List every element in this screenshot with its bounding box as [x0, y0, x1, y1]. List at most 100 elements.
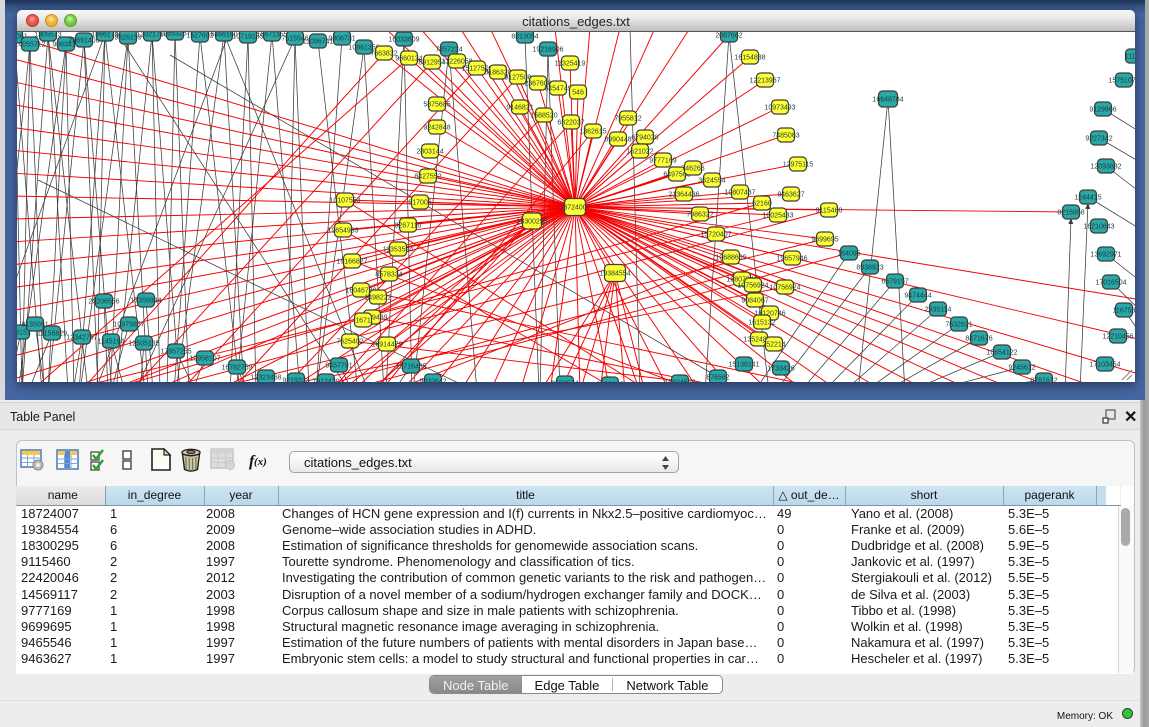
svg-text:10107553: 10107553	[329, 198, 360, 205]
svg-text:746266: 746266	[681, 166, 704, 173]
svg-text:7857224: 7857224	[435, 47, 462, 54]
svg-text:9084067: 9084067	[741, 298, 768, 305]
svg-text:876562: 876562	[706, 375, 729, 382]
svg-text:1305573: 1305573	[34, 32, 61, 39]
svg-text:8454749: 8454749	[544, 86, 571, 93]
svg-text:19654983: 19654983	[327, 228, 358, 235]
svg-text:7625402: 7625402	[336, 339, 363, 346]
svg-text:10756924: 10756924	[737, 283, 768, 290]
svg-text:10688609: 10688609	[715, 255, 746, 262]
svg-text:2935114: 2935114	[925, 307, 952, 314]
svg-text:9242848: 9242848	[423, 125, 450, 132]
svg-text:9032642: 9032642	[419, 379, 446, 383]
svg-text:1588520: 1588520	[530, 113, 557, 120]
svg-text:16154838: 16154838	[734, 55, 765, 62]
svg-text:8938923: 8938923	[856, 265, 883, 272]
svg-text:12210456: 12210456	[1102, 334, 1133, 341]
svg-text:8813054: 8813054	[511, 34, 538, 41]
svg-text:1244415: 1244415	[1074, 195, 1101, 202]
svg-text:17957255: 17957255	[160, 349, 191, 356]
svg-text:6679197: 6679197	[881, 279, 908, 286]
svg-text:10924502: 10924502	[664, 380, 695, 383]
svg-text:3624554: 3624554	[698, 178, 725, 185]
svg-text:9115460: 9115460	[816, 208, 843, 215]
svg-text:20691406: 20691406	[68, 38, 99, 45]
svg-text:917006: 917006	[408, 200, 431, 207]
svg-text:13692971: 13692971	[1090, 252, 1121, 259]
svg-text:1621022: 1621022	[626, 149, 653, 156]
svg-text:11156829: 11156829	[37, 331, 67, 338]
svg-text:16914479: 16914479	[371, 342, 402, 349]
svg-text:18300295: 18300295	[516, 219, 547, 226]
svg-text:19384554: 19384554	[599, 271, 630, 278]
svg-text:1362615: 1362615	[579, 129, 606, 136]
svg-text:9463627: 9463627	[777, 192, 804, 199]
svg-text:7955812: 7955812	[614, 116, 641, 123]
svg-text:11123: 11123	[1125, 54, 1135, 61]
svg-text:252214: 252214	[762, 342, 785, 349]
svg-text:19166827: 19166827	[336, 259, 367, 266]
svg-text:10973493: 10973493	[764, 105, 795, 112]
svg-text:9219323: 9219323	[282, 378, 309, 383]
svg-text:12323468: 12323468	[250, 375, 281, 382]
svg-text:10958107: 10958107	[189, 356, 220, 363]
svg-text:19657946: 19657946	[776, 256, 807, 263]
svg-text:9806731: 9806731	[328, 36, 355, 43]
svg-text:7632621: 7632621	[945, 322, 972, 329]
svg-text:9699695: 9699695	[811, 237, 838, 244]
svg-text:8761612: 8761612	[1030, 378, 1057, 383]
svg-text:8215958: 8215958	[1057, 210, 1084, 217]
svg-text:12505135: 12505135	[128, 341, 159, 348]
svg-text:7663822: 7663822	[370, 51, 397, 58]
svg-text:12342757: 12342757	[66, 335, 97, 342]
svg-text:10654122: 10654122	[986, 350, 1017, 357]
svg-text:10975857: 10975857	[113, 322, 144, 329]
svg-text:8808602: 8808602	[596, 382, 623, 383]
svg-text:(x): (x)	[254, 456, 267, 468]
svg-text:17016504: 17016504	[1095, 280, 1126, 287]
svg-text:15136141: 15136141	[728, 362, 759, 369]
svg-text:2803144: 2803144	[416, 149, 443, 156]
svg-text:546: 546	[572, 90, 584, 97]
svg-text:12093832: 12093832	[1090, 164, 1121, 171]
svg-text:15751074: 15751074	[1108, 78, 1135, 85]
svg-text:164095: 164095	[837, 251, 860, 258]
svg-text:9245612: 9245612	[1008, 365, 1035, 372]
svg-text:6322037: 6322037	[557, 120, 584, 127]
svg-text:15720407: 15720407	[700, 232, 731, 239]
svg-text:2087662: 2087662	[715, 33, 742, 40]
svg-text:14055712: 14055712	[17, 42, 46, 49]
svg-text:1498222: 1498222	[364, 295, 391, 302]
svg-text:9457791: 9457791	[325, 363, 352, 370]
svg-text:10756924: 10756924	[769, 285, 800, 292]
svg-text:1615132: 1615132	[748, 320, 775, 327]
svg-text:7912430: 7912430	[312, 379, 339, 383]
svg-text:6794028: 6794028	[631, 135, 658, 142]
svg-text:9559574: 9559574	[551, 381, 578, 383]
svg-text:11353594: 11353594	[383, 247, 414, 254]
svg-text:9146821: 9146821	[506, 105, 533, 112]
svg-text:3267110: 3267110	[395, 223, 422, 230]
svg-text:7986322: 7986322	[686, 212, 713, 219]
svg-text:17359934: 17359934	[130, 298, 161, 305]
svg-text:9227342: 9227342	[1085, 136, 1112, 143]
svg-text:11325419: 11325419	[555, 61, 586, 68]
svg-text:1145194: 1145194	[98, 339, 125, 346]
svg-text:15716485: 15716485	[395, 364, 426, 371]
svg-text:1671: 1671	[355, 318, 371, 325]
svg-text:8427552: 8427552	[414, 174, 441, 181]
svg-text:16210643: 16210643	[1083, 224, 1114, 231]
svg-text:16782759: 16782759	[221, 365, 252, 372]
svg-text:9777169: 9777169	[649, 158, 676, 165]
svg-text:8990448: 8990448	[604, 137, 631, 144]
svg-text:12975115: 12975115	[783, 162, 814, 169]
svg-text:1733426: 1733426	[767, 366, 794, 373]
svg-text:20206556: 20206556	[88, 299, 119, 306]
svg-text:16033809: 16033809	[388, 37, 419, 44]
svg-text:9129966: 9129966	[1089, 107, 1116, 114]
svg-text:19218906: 19218906	[532, 47, 563, 54]
svg-text:17103454: 17103454	[1089, 362, 1120, 369]
svg-text:7485063: 7485063	[772, 133, 799, 140]
svg-text:10807487: 10807487	[724, 190, 755, 197]
svg-text:16648784: 16648784	[872, 97, 903, 104]
